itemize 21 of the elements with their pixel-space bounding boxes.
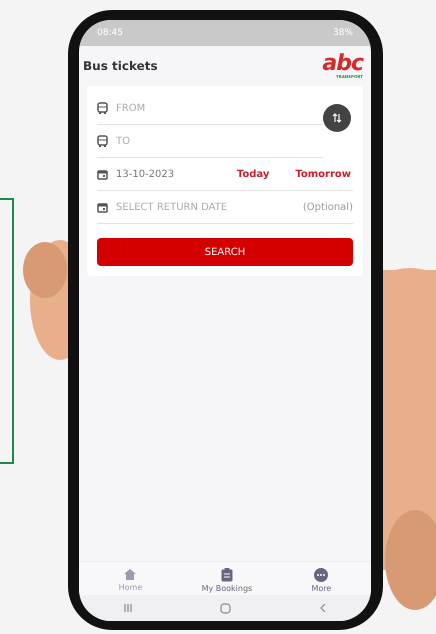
bus-icon xyxy=(97,102,108,114)
home-icon xyxy=(123,568,138,581)
logo: abc xyxy=(322,53,363,75)
date-field[interactable]: 13-10-2023 xyxy=(116,168,213,180)
swap-icon xyxy=(331,112,343,124)
bus-icon xyxy=(97,135,108,147)
recents-icon[interactable] xyxy=(122,603,133,613)
quick-date-link[interactable]: Tomorrow xyxy=(293,168,353,180)
optional-note: (Optional) xyxy=(302,202,353,212)
page-title: Bus tickets xyxy=(83,59,158,73)
clipboard-icon xyxy=(220,568,233,582)
calendar-icon xyxy=(97,202,108,212)
swap-button[interactable] xyxy=(323,104,351,132)
nav-tab[interactable]: My Bookings xyxy=(202,568,252,593)
calendar-icon xyxy=(97,168,108,180)
nav-tab[interactable]: More xyxy=(312,568,332,593)
search-button[interactable]: SEARCH xyxy=(97,238,353,266)
home-button-icon[interactable] xyxy=(220,602,232,614)
back-icon[interactable] xyxy=(319,603,328,613)
more-icon xyxy=(314,568,328,582)
quick-date-link[interactable]: Today xyxy=(234,168,272,180)
